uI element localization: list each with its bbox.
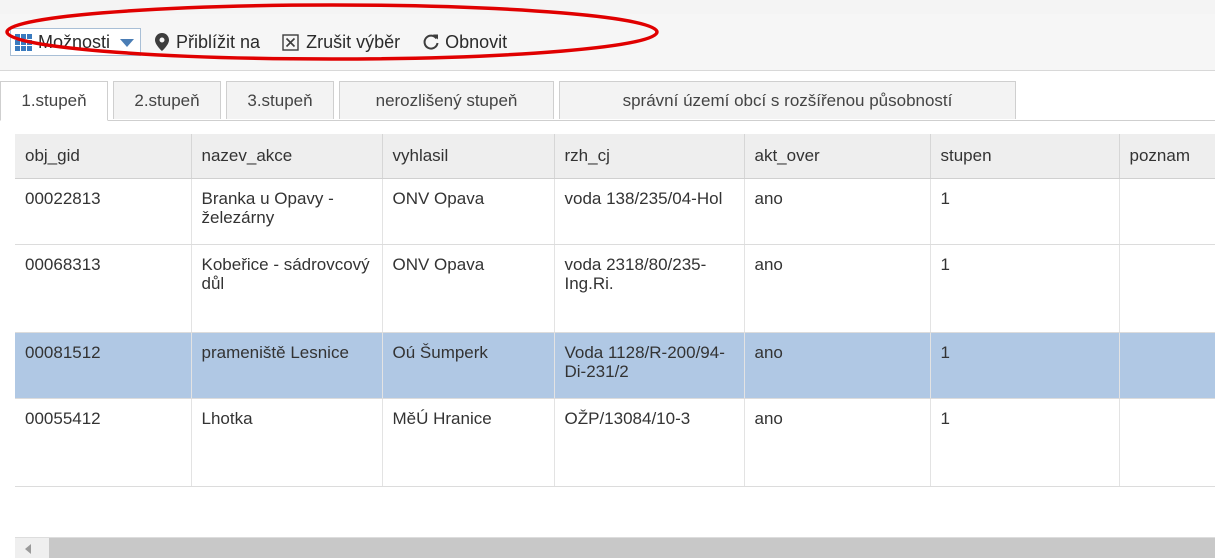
refresh-label: Obnovit	[445, 31, 508, 52]
column-header-poznam[interactable]: poznam	[1119, 134, 1215, 179]
clear-selection-button[interactable]: Zrušit výběr	[276, 28, 406, 56]
cell-poznam	[1119, 244, 1215, 333]
cell-obj-gid: 00055412	[15, 398, 192, 487]
cell-rzh-cj: Voda 1128/R-200/94-Di-231/2	[554, 332, 745, 399]
tab-bar: 1.stupeň 2.stupeň 3.stupeň nerozlišený s…	[0, 71, 1215, 121]
tab-label: správní území obcí s rozšířenou působnos…	[622, 90, 953, 110]
cell-vyhlasil: ONV Opava	[382, 244, 555, 333]
toolbar: Možnosti Přiblížit na Zrušit výběr Obnov…	[0, 14, 1215, 71]
zoom-to-label: Přiblížit na	[176, 31, 261, 52]
cell-rzh-cj: OŽP/13084/10-3	[554, 398, 745, 487]
column-header-nazev-akce[interactable]: nazev_akce	[191, 134, 383, 179]
cell-akt-over: ano	[744, 398, 931, 487]
checkbox-x-icon	[282, 33, 299, 51]
cell-stupen: 1	[930, 244, 1120, 333]
tab-label: nerozlišený stupeň	[375, 90, 518, 110]
column-header-akt-over[interactable]: akt_over	[744, 134, 931, 179]
column-header-stupen[interactable]: stupen	[930, 134, 1120, 179]
cell-obj-gid: 00081512	[15, 332, 192, 399]
cell-vyhlasil: ONV Opava	[382, 178, 555, 245]
cell-nazev-akce: Branka u Opavy - železárny	[191, 178, 383, 245]
tab-stupen-2[interactable]: 2.stupeň	[113, 81, 221, 119]
tab-stupen-3[interactable]: 3.stupeň	[226, 81, 334, 119]
cell-stupen: 1	[930, 178, 1120, 245]
cell-vyhlasil: Oú Šumperk	[382, 332, 555, 399]
column-header-vyhlasil[interactable]: vyhlasil	[382, 134, 555, 179]
table-row[interactable]: 00022813 Branka u Opavy - železárny ONV …	[15, 178, 1215, 245]
window-top-strip	[0, 0, 1215, 14]
map-marker-icon	[155, 33, 170, 51]
tab-label: 3.stupeň	[247, 90, 313, 110]
chevron-down-icon	[120, 39, 135, 47]
tab-nerozliseny-stupen[interactable]: nerozlišený stupeň	[339, 81, 554, 119]
tab-label: 2.stupeň	[134, 90, 200, 110]
table-header-row: obj_gid nazev_akce vyhlasil rzh_cj akt_o…	[15, 134, 1215, 179]
cell-stupen: 1	[930, 398, 1120, 487]
tab-label: 1.stupeň	[21, 91, 87, 110]
attribute-table: obj_gid nazev_akce vyhlasil rzh_cj akt_o…	[15, 134, 1215, 531]
cell-poznam	[1119, 398, 1215, 487]
horizontal-scrollbar[interactable]	[15, 537, 1215, 558]
cell-rzh-cj: voda 2318/80/235-Ing.Ri.	[554, 244, 745, 333]
cell-akt-over: ano	[744, 244, 931, 333]
grid-icon	[15, 33, 32, 51]
zoom-to-button[interactable]: Přiblížit na	[149, 28, 266, 56]
column-header-rzh-cj[interactable]: rzh_cj	[554, 134, 745, 179]
scrollbar-thumb[interactable]	[49, 538, 1215, 558]
table-row[interactable]: 00055412 Lhotka MěÚ Hranice OŽP/13084/10…	[15, 398, 1215, 487]
cell-poznam	[1119, 178, 1215, 245]
table-row-selected[interactable]: 00081512 prameniště Lesnice Oú Šumperk V…	[15, 332, 1215, 399]
refresh-icon	[422, 33, 440, 51]
cell-akt-over: ano	[744, 178, 931, 245]
cell-vyhlasil: MěÚ Hranice	[382, 398, 555, 487]
cell-obj-gid: 00022813	[15, 178, 192, 245]
tab-stupen-1[interactable]: 1.stupeň	[0, 81, 108, 121]
tab-spravni-uzemi-orp[interactable]: správní území obcí s rozšířenou působnos…	[559, 81, 1016, 119]
cell-akt-over: ano	[744, 332, 931, 399]
cell-nazev-akce: Kobeřice - sádrovcový důl	[191, 244, 383, 333]
scroll-left-icon[interactable]	[25, 544, 31, 554]
cell-rzh-cj: voda 138/235/04-Hol	[554, 178, 745, 245]
cell-obj-gid: 00068313	[15, 244, 192, 333]
refresh-button[interactable]: Obnovit	[416, 28, 513, 56]
cell-stupen: 1	[930, 332, 1120, 399]
cell-nazev-akce: Lhotka	[191, 398, 383, 487]
clear-selection-label: Zrušit výběr	[306, 31, 401, 52]
cell-nazev-akce: prameniště Lesnice	[191, 332, 383, 399]
column-header-obj-gid[interactable]: obj_gid	[15, 134, 192, 179]
cell-poznam	[1119, 332, 1215, 399]
table-row[interactable]: 00068313 Kobeřice - sádrovcový důl ONV O…	[15, 244, 1215, 333]
options-label: Možnosti	[38, 31, 111, 52]
options-dropdown-button[interactable]: Možnosti	[10, 28, 142, 56]
